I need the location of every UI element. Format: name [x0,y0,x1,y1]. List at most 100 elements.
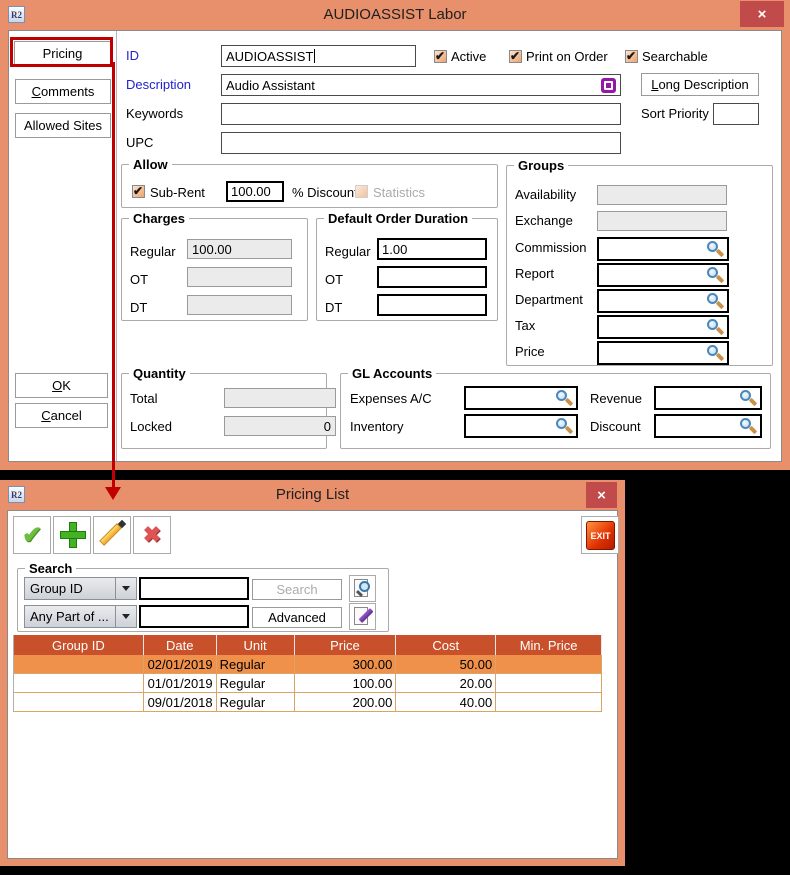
comments-button[interactable]: Comments [15,79,111,104]
inventory-input[interactable] [464,414,578,438]
window1-title: AUDIOASSIST Labor [0,6,790,23]
screenshot-stage: R2 AUDIOASSIST Labor × Pricing Comments … [0,0,790,875]
quantity-legend: Quantity [129,366,190,381]
quantity-groupbox: Quantity Total Locked 0 [121,373,327,449]
table-row[interactable]: 09/01/2018 Regular 200.00 40.00 [13,693,602,712]
search-match-dropdown[interactable]: Any Part of ... [24,605,137,628]
table-row[interactable]: 01/01/2019 Regular 100.00 20.00 [13,674,602,693]
magnifier-icon[interactable] [739,417,757,435]
magnifier-icon[interactable] [739,389,757,407]
searchable-checkbox[interactable] [625,50,638,63]
keywords-input[interactable] [221,103,621,125]
header-price[interactable]: Price [295,635,397,655]
locked-label: Locked [130,420,172,434]
magnifier-icon[interactable] [706,318,724,336]
header-unit[interactable]: Unit [217,635,295,655]
duration-ot-input[interactable] [377,266,487,288]
magnifier-icon[interactable] [706,292,724,310]
sub-rent-checkbox[interactable] [132,185,145,198]
charges-dt-label: DT [130,301,147,315]
tax-input[interactable] [597,315,729,339]
total-label: Total [130,392,157,406]
window1-titlebar[interactable]: R2 AUDIOASSIST Labor × [0,0,790,30]
price-input[interactable] [597,341,729,365]
gl-accounts-legend: GL Accounts [348,366,436,381]
charges-legend: Charges [129,211,189,226]
chevron-down-icon[interactable] [115,606,136,627]
header-min-price[interactable]: Min. Price [496,635,602,655]
accept-button[interactable]: ✔ [13,516,51,554]
cancel-button[interactable]: Cancel [15,403,108,428]
gl-discount-input[interactable] [654,414,762,438]
duration-legend: Default Order Duration [324,211,472,226]
ok-button[interactable]: OK [15,373,108,398]
upc-input[interactable] [221,132,621,154]
active-label: Active [451,50,486,64]
total-input [224,388,336,408]
availability-input [597,185,727,205]
close-icon[interactable]: × [740,1,784,27]
search-field-dropdown[interactable]: Group ID [24,577,137,600]
magnifier-icon[interactable] [555,389,573,407]
exchange-input [597,211,727,231]
header-date[interactable]: Date [144,635,217,655]
find-icon-button[interactable] [349,575,376,602]
exit-icon: EXIT [586,521,615,550]
duration-dt-input[interactable] [377,294,487,316]
availability-label: Availability [515,188,576,202]
print-on-order-checkbox[interactable] [509,50,522,63]
exit-button[interactable]: EXIT [581,516,619,554]
magnifier-icon[interactable] [706,344,724,362]
exchange-label: Exchange [515,214,573,228]
sort-priority-label: Sort Priority [641,107,709,121]
magnifier-icon [359,581,370,592]
gl-discount-label: Discount [590,420,641,434]
duration-ot-label: OT [325,273,343,287]
edit-button[interactable] [93,516,131,554]
search-groupbox: Search Group ID Search Any Part of ... A… [17,568,389,632]
delete-button[interactable]: ✖ [133,516,171,554]
pricing-table-header: Group ID Date Unit Price Cost Min. Price [13,635,602,655]
report-label: Report [515,267,554,281]
allowed-sites-button[interactable]: Allowed Sites [15,113,111,138]
active-checkbox[interactable] [434,50,447,63]
add-button[interactable] [53,516,91,554]
allow-legend: Allow [129,157,172,172]
search-match-input[interactable] [139,605,249,628]
window2-titlebar[interactable]: R2 Pricing List × [0,480,625,510]
search-legend: Search [25,561,76,576]
close-icon[interactable]: × [586,482,617,508]
statistics-checkbox [355,185,368,198]
magnifier-icon[interactable] [555,417,573,435]
annotation-arrow-line [112,62,115,487]
description-input[interactable]: Audio Assistant [221,74,621,96]
id-label: ID [126,49,139,63]
search-button[interactable]: Search [252,579,342,600]
report-input[interactable] [597,263,729,287]
zoom-text-icon[interactable] [601,78,616,93]
advanced-button[interactable]: Advanced [252,607,342,628]
department-input[interactable] [597,289,729,313]
magnifier-icon[interactable] [706,240,724,258]
commission-input[interactable] [597,237,729,261]
discount-input[interactable]: 100.00 [226,181,284,202]
expenses-input[interactable] [464,386,578,410]
check-icon: ✔ [14,517,50,553]
magnifier-icon[interactable] [706,266,724,284]
duration-regular-input[interactable]: 1.00 [377,238,487,260]
sidebar-divider [116,31,117,461]
sort-priority-input[interactable] [713,103,759,125]
table-row-selected[interactable]: 02/01/2019 Regular 300.00 50.00 [13,655,602,674]
header-cost[interactable]: Cost [396,635,496,655]
search-value-input[interactable] [139,577,249,600]
charges-groupbox: Charges Regular 100.00 OT DT [121,218,308,321]
id-input[interactable]: AUDIOASSIST [221,45,416,67]
annotation-arrow-head [105,487,121,500]
revenue-input[interactable] [654,386,762,410]
duration-dt-label: DT [325,301,342,315]
advanced-find-icon-button[interactable] [349,603,376,630]
header-group-id[interactable]: Group ID [14,635,144,655]
long-description-button[interactable]: Long Description [641,73,759,96]
statistics-label: Statistics [373,186,425,200]
chevron-down-icon[interactable] [115,578,136,599]
